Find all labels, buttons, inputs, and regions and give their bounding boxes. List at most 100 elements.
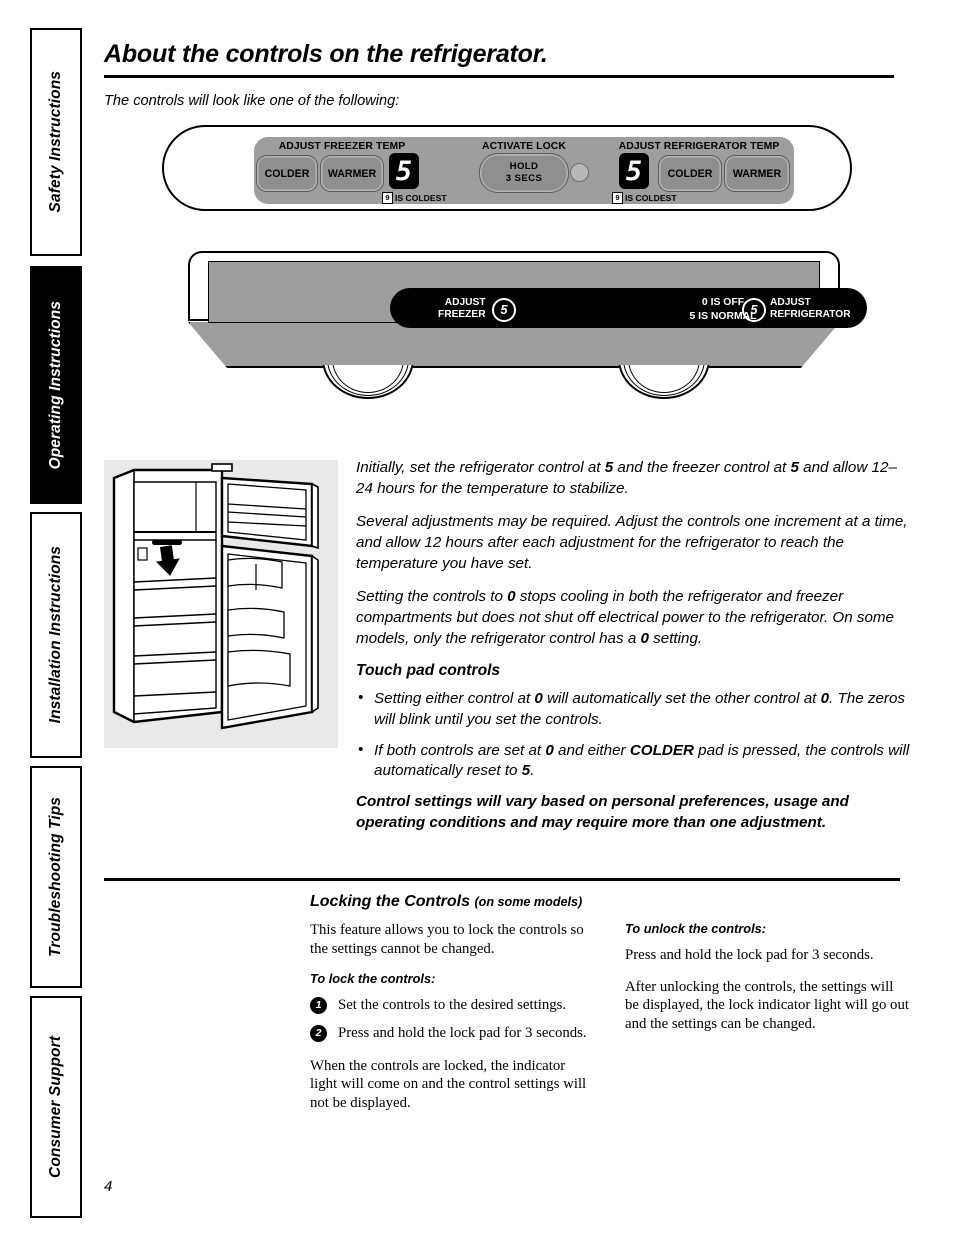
text-run: Initially, set the refrigerator control … [356, 459, 605, 476]
freezer-warmer-pad[interactable]: WARMER [320, 155, 384, 192]
sidebar-tab-label: Consumer Support [47, 1036, 64, 1178]
refrigerator-temp-display: 5 [619, 153, 649, 189]
paragraph-adjustments: Several adjustments may be required. Adj… [356, 513, 908, 572]
to-lock-subheading: To lock the controls: [310, 971, 436, 987]
touch-pad-bullet-list: Setting either control at 0 will automat… [356, 688, 910, 782]
intro-text: The controls will look like one of the f… [104, 93, 400, 109]
freezer-temp-display: 5 [389, 153, 419, 189]
text-emphasis: 0 [640, 629, 649, 647]
refrigerator-temp-value: 5 [625, 155, 643, 187]
text-emphasis: COLDER [629, 741, 694, 759]
touchpad-control-panel-figure: ADJUST FREEZER TEMP COLDER WARMER 5 9 IS… [104, 125, 910, 233]
text-emphasis: 0 [534, 690, 543, 708]
bullet-zero-sync: Setting either control at 0 will automat… [356, 688, 910, 730]
sidebar-tab-label: Safety Instructions [47, 71, 64, 213]
bullet-colder-reset: If both controls are set at 0 and either… [356, 740, 910, 782]
freezer-temp-value: 5 [395, 155, 413, 187]
section-divider [104, 878, 900, 881]
adjust-freezer-knob-label: ADJUST FREEZER [438, 297, 486, 320]
adjust-refrigerator-knob-line1: ADJUST [770, 297, 811, 308]
lock-pad-line1: HOLD [509, 161, 539, 173]
locking-heading-note: (on some models) [474, 895, 583, 909]
lock-step-1-text: Set the controls to the desired settings… [338, 997, 567, 1014]
refrigerator-illustration [104, 460, 338, 748]
page-title: About the controls on the refrigerator. [104, 40, 548, 68]
freezer-colder-pad[interactable]: COLDER [256, 155, 318, 192]
paragraph-initial-setting: Initially, set the refrigerator control … [356, 458, 910, 499]
touchpad-panel-shell: ADJUST FREEZER TEMP COLDER WARMER 5 9 IS… [162, 125, 852, 211]
knob-console-skirt [188, 322, 840, 368]
text-run: and the freezer control at [613, 459, 791, 476]
knob-legend-line1: 0 IS OFF [701, 297, 745, 308]
unlock-text-1: Press and hold the lock pad for 3 second… [625, 947, 874, 963]
refrigerator-coldest-digit: 9 [612, 192, 623, 204]
touchpad-panel-face: ADJUST FREEZER TEMP COLDER WARMER 5 9 IS… [254, 137, 794, 204]
text-run: If both controls are set at [374, 741, 546, 759]
refrigerator-colder-pad[interactable]: COLDER [658, 155, 722, 192]
refrigerator-coldest-note: 9 IS COLDEST [612, 192, 677, 204]
sidebar-tab-label: Installation Instructions [47, 546, 64, 724]
text-emphasis: 0 [820, 690, 830, 708]
paragraph-zero-setting: Setting the controls to 0 stops cooling … [356, 587, 910, 649]
sidebar-tabs: Safety Instructions Operating Instructio… [30, 28, 82, 1218]
knob-console-foot-right [618, 365, 710, 399]
sidebar-tab-label: Operating Instructions [47, 300, 64, 470]
text-run: Setting either control at [374, 690, 535, 708]
adjust-freezer-knob-line2: FREEZER [438, 308, 486, 320]
sidebar-tab-consumer-support[interactable]: Consumer Support [30, 996, 82, 1218]
freezer-knob-value[interactable]: 5 [492, 298, 516, 322]
text-emphasis: 5 [521, 762, 531, 780]
knob-legend-line2: 5 IS NORMAL [689, 310, 757, 322]
body-copy: Initially, set the refrigerator control … [356, 458, 910, 833]
text-run: Setting the controls to [356, 588, 508, 606]
refrigerator-knob-value[interactable]: 5 [742, 298, 766, 322]
lock-pad-button[interactable]: HOLD 3 SECS [479, 153, 569, 193]
knob-console-foot-left [322, 365, 414, 399]
lock-step-2: 2 Press and hold the lock pad for 3 seco… [310, 1024, 595, 1043]
unlock-instructions-column: To unlock the controls: Press and hold t… [625, 921, 910, 1125]
refrigerator-coldest-text: IS COLDEST [625, 193, 677, 203]
step-number-badge: 1 [310, 997, 327, 1015]
lock-step-1: 1 Set the controls to the desired settin… [310, 996, 595, 1015]
adjust-freezer-temp-label: ADJUST FREEZER TEMP [278, 141, 406, 152]
sidebar-tab-installation-instructions[interactable]: Installation Instructions [30, 512, 82, 758]
locking-heading-text: Locking the Controls [310, 893, 470, 910]
text-emphasis: 5 [790, 459, 799, 476]
text-run: and either [553, 741, 630, 759]
knob-console-black-strip: ADJUST FREEZER 5 0 IS OFF 5 IS NORMAL 5 … [390, 288, 867, 328]
adjust-refrigerator-temp-label: ADJUST REFRIGERATOR TEMP [618, 141, 780, 152]
adjust-refrigerator-knob-label: ADJUST REFRIGERATOR [770, 297, 851, 320]
text-emphasis: 5 [604, 459, 614, 476]
unlock-text-2: After unlocking the controls, the settin… [625, 978, 909, 1032]
freezer-coldest-text: IS COLDEST [395, 193, 447, 203]
sidebar-tab-operating-instructions[interactable]: Operating Instructions [30, 266, 82, 504]
locking-the-controls-section: Locking the Controls (on some models) Th… [310, 893, 910, 1125]
text-run: setting. [648, 629, 703, 647]
sidebar-tab-troubleshooting-tips[interactable]: Troubleshooting Tips [30, 766, 82, 988]
lock-indicator-light-icon [570, 163, 589, 182]
knob-legend: 0 IS OFF 5 IS NORMAL [658, 296, 788, 323]
freezer-coldest-note: 9 IS COLDEST [382, 192, 447, 204]
lock-pad-line2: 3 SECS [505, 173, 543, 184]
freezer-coldest-digit: 9 [382, 192, 393, 204]
text-run: will automatically set the other control… [542, 690, 821, 708]
page-number: 4 [104, 1178, 113, 1195]
activate-lock-label: ACTIVATE LOCK [481, 141, 567, 152]
knob-console-face: ADJUST FREEZER 5 0 IS OFF 5 IS NORMAL 5 … [208, 261, 867, 328]
touch-pad-controls-heading: Touch pad controls [356, 662, 501, 680]
locking-note: When the controls are locked, the indica… [310, 1057, 587, 1111]
sidebar-tab-safety-instructions[interactable]: Safety Instructions [30, 28, 82, 256]
text-emphasis: 0 [545, 741, 554, 759]
knob-control-panel-figure: ADJUST FREEZER 5 0 IS OFF 5 IS NORMAL 5 … [104, 247, 910, 399]
adjust-freezer-knob-line1: ADJUST [444, 297, 486, 308]
text-run: . [530, 762, 535, 780]
refrigerator-warmer-pad[interactable]: WARMER [724, 155, 790, 192]
sidebar-tab-label: Troubleshooting Tips [47, 797, 64, 957]
lock-step-2-text: Press and hold the lock pad for 3 second… [338, 1024, 587, 1041]
lock-instructions-column: This feature allows you to lock the cont… [310, 921, 595, 1125]
locking-heading: Locking the Controls (on some models) [310, 893, 910, 911]
to-unlock-subheading: To unlock the controls: [625, 921, 767, 936]
step-number-badge: 2 [310, 1024, 327, 1042]
refrigerator-line-art-icon [112, 463, 319, 730]
text-emphasis: 0 [507, 588, 516, 606]
